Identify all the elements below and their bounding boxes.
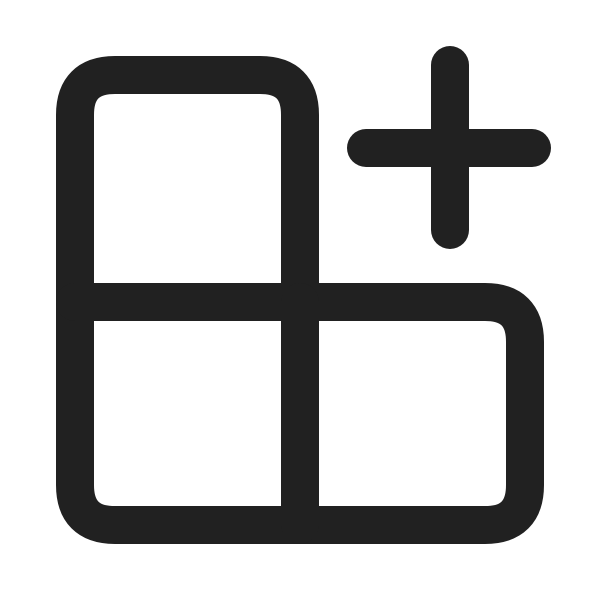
- add-apps-icon: [56, 46, 551, 544]
- icon-canvas: [0, 0, 600, 600]
